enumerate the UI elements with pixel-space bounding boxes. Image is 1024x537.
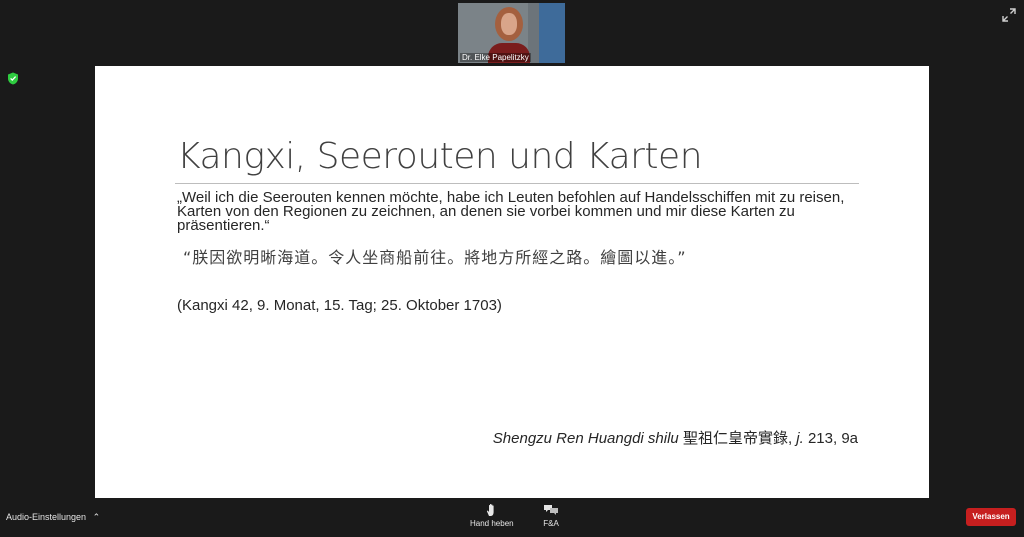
date-reference: (Kangxi 42, 9. Monat, 15. Tag; 25. Oktob…	[177, 297, 502, 314]
meeting-toolbar: Audio-Einstellungen ⌃ Hand heben F&A Ver…	[0, 500, 1024, 537]
leave-button[interactable]: Verlassen	[966, 508, 1016, 526]
citation-title-chinese: 聖祖仁皇帝實錄,	[682, 430, 793, 447]
chevron-up-icon[interactable]: ⌃	[93, 512, 101, 522]
participant-name-label: Dr. Elke Papelitzky	[460, 53, 531, 62]
chinese-quote: “朕因欲明晰海道。令人坐商船前往。將地方所經之路。繪圖以進。”	[183, 248, 687, 267]
qa-button[interactable]: F&A	[543, 503, 559, 528]
hand-icon	[486, 503, 494, 516]
encryption-shield-icon[interactable]	[7, 72, 19, 85]
participant-face	[501, 13, 517, 35]
title-divider	[175, 183, 859, 184]
citation-title: Shengzu Ren Huangdi shilu	[492, 430, 679, 447]
raise-hand-label: Hand heben	[470, 519, 514, 528]
citation-page: 213, 9a	[807, 430, 858, 447]
qa-label: F&A	[543, 519, 559, 528]
qa-chat-icon	[544, 505, 558, 515]
shared-screen-slide: Kangxi, Seerouten und Karten „Weil ich d…	[95, 66, 929, 498]
slide-title: Kangxi, Seerouten und Karten	[177, 136, 703, 177]
participant-video-tile[interactable]: Dr. Elke Papelitzky	[458, 3, 565, 63]
german-quote: „Weil ich die Seerouten kennen möchte, h…	[177, 189, 845, 234]
audio-settings-label: Audio-Einstellungen	[6, 512, 87, 522]
citation-juan: j.	[796, 430, 804, 447]
audio-settings-button[interactable]: Audio-Einstellungen ⌃	[6, 512, 100, 523]
source-citation: Shengzu Ren Huangdi shilu 聖祖仁皇帝實錄, j. 21…	[493, 427, 858, 448]
raise-hand-button[interactable]: Hand heben	[470, 503, 514, 528]
fullscreen-icon[interactable]	[1002, 8, 1016, 22]
video-background-shelf	[539, 3, 565, 63]
